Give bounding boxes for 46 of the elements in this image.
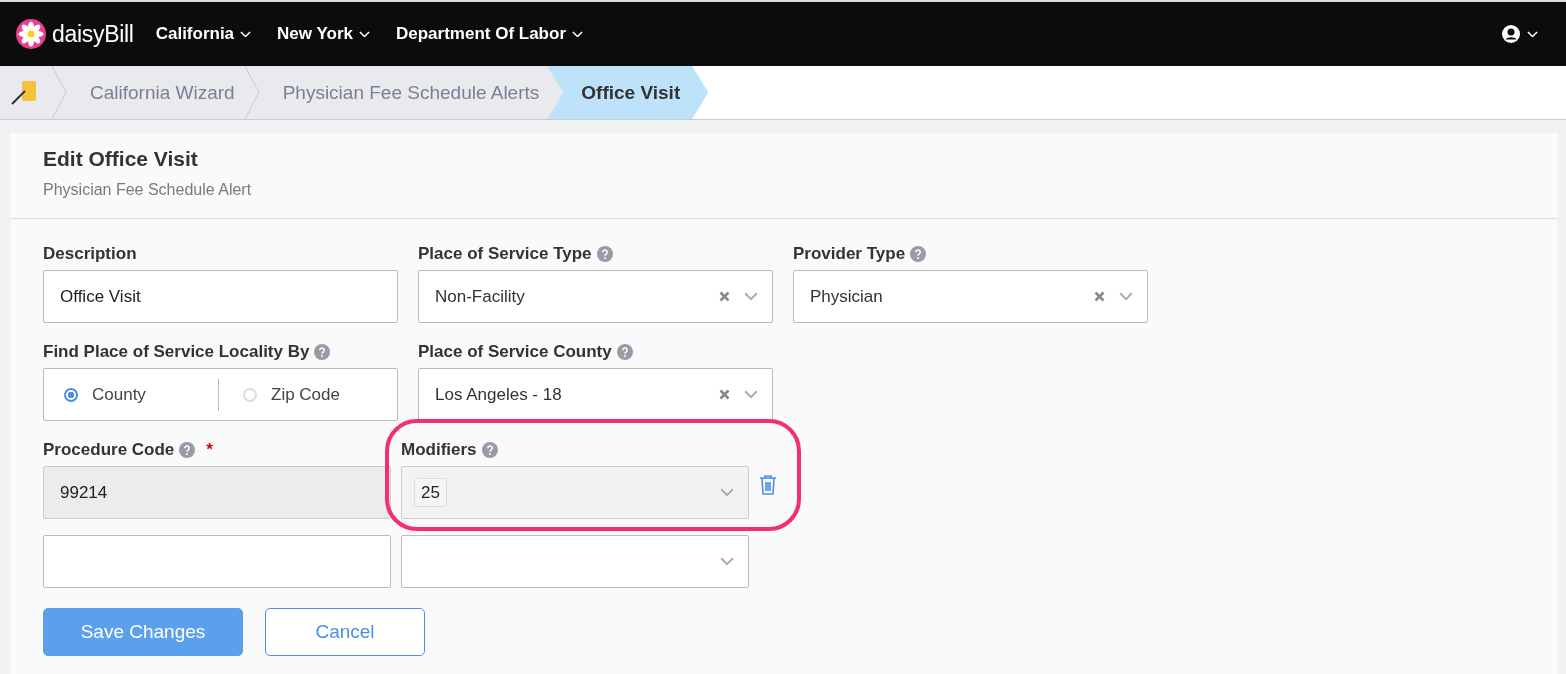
field-label: Place of Service Type <box>418 243 592 264</box>
caret-icon <box>744 390 758 399</box>
caret-icon <box>240 30 252 38</box>
radio-option[interactable]: County <box>44 378 218 411</box>
caret-icon <box>572 30 583 38</box>
clear-icon[interactable] <box>719 389 730 400</box>
description-field[interactable]: Office Visit <box>43 270 398 323</box>
field-label: Place of Service County <box>418 341 612 362</box>
modifier-tag: 25 <box>414 477 447 507</box>
caret-icon <box>359 30 370 38</box>
field-label: Modifiers <box>401 439 477 460</box>
field-label: Description <box>43 243 137 264</box>
breadcrumb[interactable]: Office Visit <box>547 66 709 119</box>
help-icon[interactable] <box>314 343 331 360</box>
field-label: Provider Type <box>793 243 906 264</box>
caret-icon <box>744 292 758 301</box>
help-icon[interactable] <box>179 441 196 458</box>
required-mark: * <box>206 439 213 460</box>
page-subtitle: Physician Fee Schedule Alert <box>43 181 253 199</box>
select-field[interactable]: Physician <box>793 270 1148 323</box>
caret-icon <box>1119 292 1133 301</box>
brand-name: daisyBill <box>52 20 134 48</box>
help-icon[interactable] <box>910 245 927 262</box>
help-icon[interactable] <box>481 441 498 458</box>
nav-menu[interactable]: New York <box>277 24 370 44</box>
help-icon[interactable] <box>616 343 633 360</box>
page-title: Edit Office Visit <box>43 147 199 171</box>
caret-icon <box>720 488 734 497</box>
radio-option[interactable]: Zip Code <box>218 378 392 411</box>
wand-document-icon[interactable] <box>10 78 38 107</box>
user-menu[interactable] <box>1501 24 1538 44</box>
modifiers-select[interactable] <box>401 535 749 588</box>
field-label: Find Place of Service Locality By <box>43 341 310 362</box>
nav-menu[interactable]: California <box>155 24 252 44</box>
nav-menu[interactable]: Department Of Labor <box>396 24 583 44</box>
select-field[interactable]: Non-Facility <box>418 270 773 323</box>
flower-logo-icon <box>16 19 46 49</box>
help-icon[interactable] <box>596 245 613 262</box>
caret-icon <box>1527 30 1538 38</box>
clear-icon[interactable] <box>1094 291 1105 302</box>
select-field[interactable]: Los Angeles - 18 <box>418 368 773 421</box>
caret-icon <box>720 557 734 566</box>
field-label: Procedure Code <box>43 439 175 460</box>
procedure-code-field[interactable] <box>43 535 391 588</box>
user-icon <box>1501 24 1521 44</box>
clear-icon[interactable] <box>719 291 730 302</box>
